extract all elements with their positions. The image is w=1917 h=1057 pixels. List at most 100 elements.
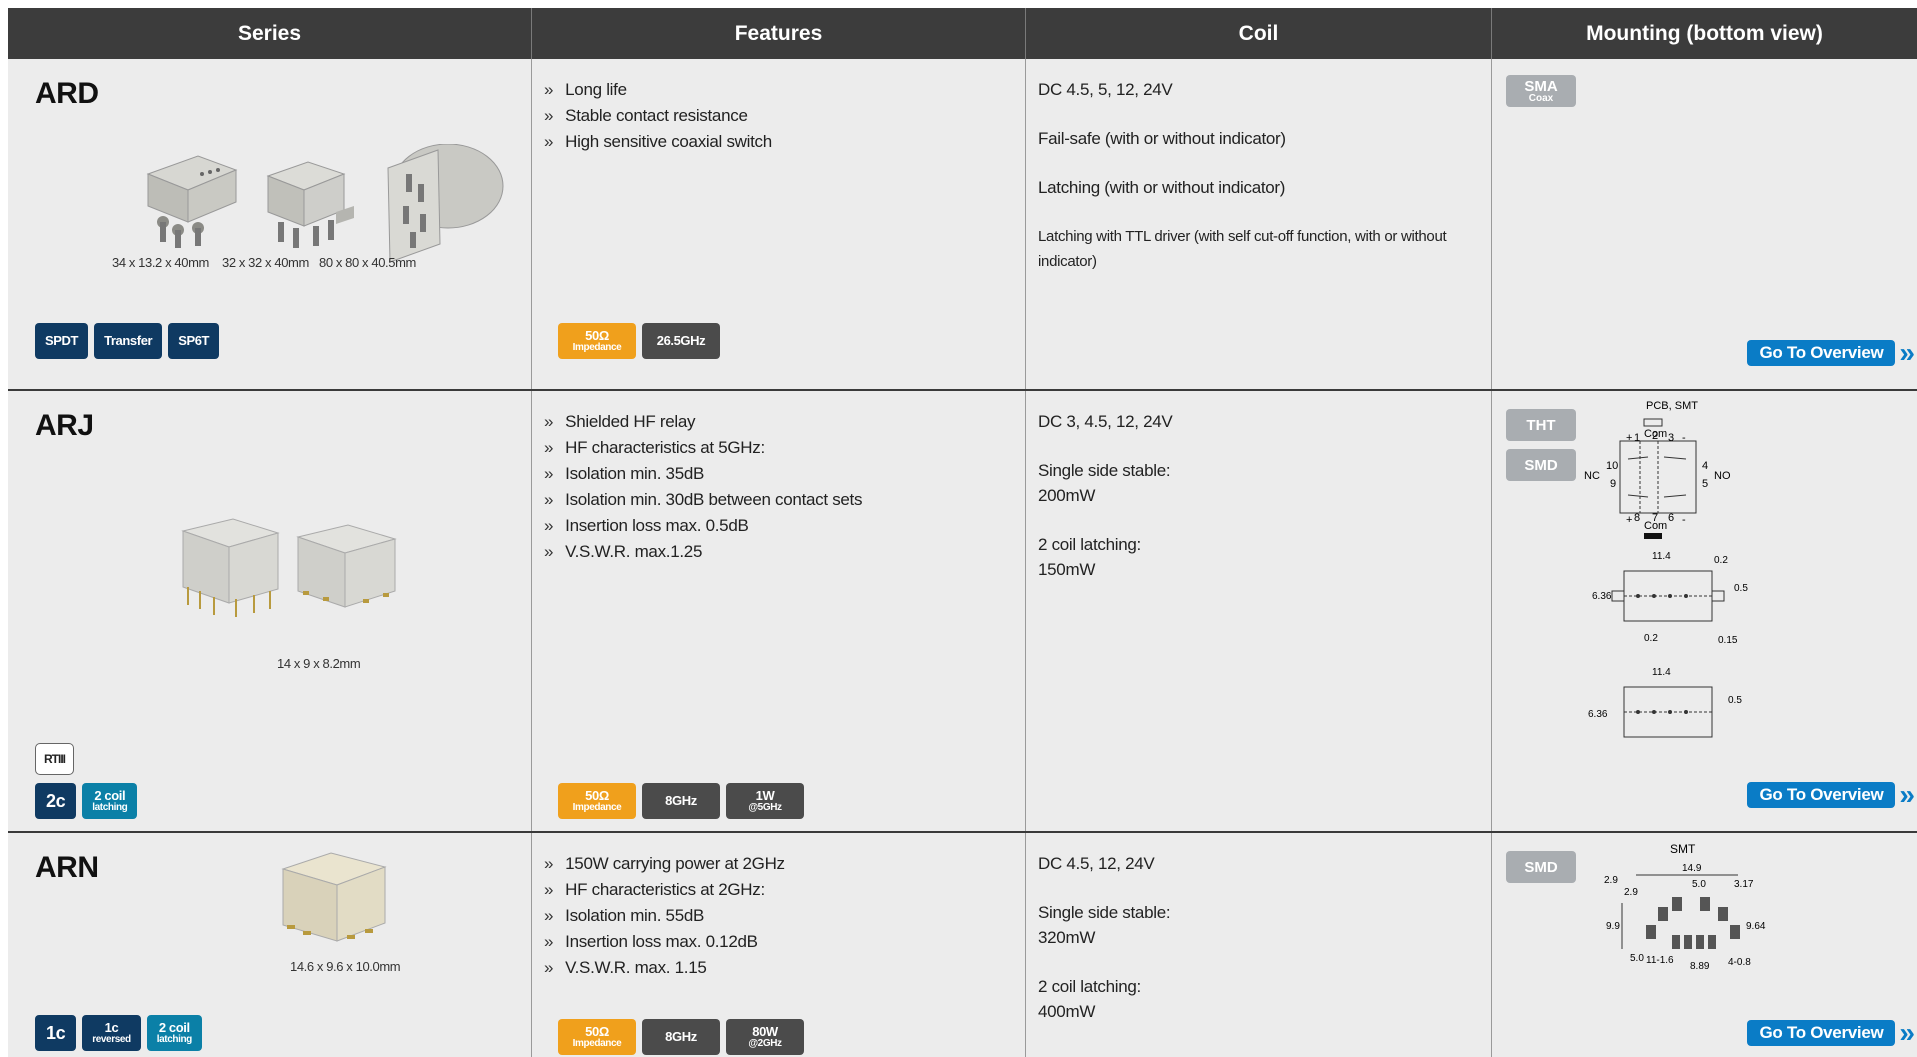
header-mounting: Mounting (bottom view) [1586, 21, 1823, 45]
dimension-label: 0.5 [1728, 695, 1742, 706]
minus-sign: - [1682, 514, 1686, 526]
coil-text: DC 4.5, 12, 24V Single side stable: 320m… [1038, 851, 1483, 1024]
dimension-label: 32 x 32 x 40mm [222, 255, 309, 270]
badge-main: 8GHz [665, 1029, 697, 1045]
go-to-overview-link[interactable]: Go To Overview » [1747, 339, 1915, 367]
mounting-badge-smd: SMD [1506, 449, 1576, 481]
dimension-label: 14.6 x 9.6 x 10.0mm [290, 959, 401, 974]
badge-main: SMA [1524, 77, 1558, 95]
dimension-label: 9.64 [1746, 921, 1766, 932]
badge-main: 8GHz [665, 793, 697, 809]
coil-cell: DC 4.5, 12, 24V Single side stable: 320m… [1026, 833, 1492, 1057]
badge-2-coil-latching: 2 coil latching [146, 1015, 202, 1051]
badge-main: SMD [1524, 858, 1558, 876]
dimension-label: 0.2 [1714, 555, 1728, 566]
badge-sub: Impedance [572, 1037, 622, 1049]
coil-cell: DC 3, 4.5, 12, 24V Single side stable: 2… [1026, 391, 1492, 831]
double-chevron-right-icon[interactable]: » [1899, 339, 1915, 367]
feature-list: Shielded HF relay HF characteristics at … [544, 409, 862, 565]
coil-line: 200mW [1038, 486, 1096, 505]
plus-sign: + [1626, 432, 1632, 444]
badge-2-coil-latching: 2 coil latching [82, 783, 138, 819]
badge-sub: latching [156, 1033, 193, 1045]
feature-list: Long life Stable contact resistance High… [544, 77, 772, 155]
badge-sp6t: SP6T [168, 323, 220, 359]
contact-badges: SPDT Transfer SP6T [35, 323, 220, 359]
dimension-label: 34 x 13.2 x 40mm [112, 255, 209, 270]
badge-main: 2c [46, 790, 66, 811]
pin-label: 1 [1634, 432, 1640, 444]
list-item: Isolation min. 55dB [544, 903, 785, 929]
power-badge: 80W @2GHz [726, 1019, 804, 1055]
impedance-badge: 50Ω Impedance [558, 783, 636, 819]
double-chevron-right-icon[interactable]: » [1899, 781, 1915, 809]
badge-main: 1c [104, 1019, 119, 1035]
feature-badges: 50Ω Impedance 8GHz 80W @2GHz [558, 1019, 804, 1055]
list-item: Shielded HF relay [544, 409, 862, 435]
relay-table: Series Features Coil Mounting (bottom vi… [8, 8, 1917, 1057]
feature-badges: 50Ω Impedance 26.5GHz [558, 323, 720, 359]
dimension-label: 6.36 [1588, 709, 1608, 720]
dimension-label: 14 x 9 x 8.2mm [277, 656, 361, 671]
double-chevron-right-icon[interactable]: » [1899, 1019, 1915, 1047]
mounting-cell: SMA Coax Go To Overview » [1492, 59, 1917, 389]
pin-label: 3 [1668, 432, 1674, 444]
badge-main: 50Ω [585, 787, 609, 803]
coil-line: 320mW [1038, 928, 1096, 947]
list-item: Long life [544, 77, 772, 103]
coil-voltage: DC 3, 4.5, 12, 24V [1038, 412, 1173, 431]
coil-line: Fail-safe (with or without indicator) [1038, 129, 1286, 148]
badge-sub: Coax [1528, 92, 1554, 104]
coax-switch-image-2 [266, 161, 354, 248]
dimension-label: 2.9 [1604, 875, 1618, 886]
go-to-overview-button[interactable]: Go To Overview [1747, 340, 1896, 366]
arj-mounting-diagram: PCB, SMT Com + 1 2 3 - 10 9 NC 4 5 NO + [1584, 400, 1748, 738]
frequency-badge: 26.5GHz [642, 323, 720, 359]
mounting-cell: THT SMD PCB, SMT Com + 1 2 3 - 10 9 NC 4… [1492, 391, 1917, 831]
features-cell: 150W carrying power at 2GHz HF character… [532, 833, 1026, 1057]
go-to-overview-link[interactable]: Go To Overview » [1747, 1019, 1915, 1047]
list-item: 150W carrying power at 2GHz [544, 851, 785, 877]
coil-line: Single side stable: [1038, 461, 1171, 480]
pin-label: 9 [1610, 478, 1616, 490]
coax-switch-image-3 [387, 144, 504, 263]
dimension-label: 5.0 [1692, 879, 1706, 890]
pin-label: 8 [1634, 512, 1640, 524]
pin-label: 6 [1668, 512, 1674, 524]
feature-badges: 50Ω Impedance 8GHz 1W @5GHz [558, 783, 804, 819]
table-row-ard: ARD 34 x 13.2 x 40mm 32 x 32 x 40mm 80 x… [8, 59, 1917, 391]
pin-label: 10 [1606, 460, 1618, 472]
badge-main: 50Ω [585, 1023, 609, 1039]
relay-image-2 [296, 524, 397, 608]
badge-1c-reversed: 1c reversed [82, 1015, 141, 1051]
dimension-label: 14.9 [1682, 863, 1702, 874]
dimension-label: 0.2 [1644, 633, 1658, 644]
mounting-cell: SMD SMT 14.9 5.0 2.9 2.9 3.17 9.9 9.64 5… [1492, 833, 1917, 1057]
badge-main: SMD [1524, 456, 1558, 474]
dimension-label: 6.36 [1592, 591, 1612, 602]
no-label: NO [1714, 470, 1731, 482]
list-item: Isolation min. 35dB [544, 461, 862, 487]
table-row-arj: ARJ 14 x 9 x 8.2mm RTIII 2c 2 coil latch… [8, 391, 1917, 833]
badge-main: 2 coil [158, 1019, 190, 1035]
coil-voltage: DC 4.5, 5, 12, 24V [1038, 80, 1173, 99]
features-cell: Long life Stable contact resistance High… [532, 59, 1026, 389]
go-to-overview-link[interactable]: Go To Overview » [1747, 781, 1915, 809]
dimension-label: 80 x 80 x 40.5mm [319, 255, 416, 270]
badge-main: 2 coil [94, 787, 126, 803]
go-to-overview-button[interactable]: Go To Overview [1747, 782, 1896, 808]
list-item: HF characteristics at 5GHz: [544, 435, 862, 461]
dimension-label: 11.4 [1652, 667, 1671, 678]
table-row-arn: ARN 14.6 x 9.6 x 10.0mm 1c 1c reversed 2… [8, 833, 1917, 1057]
mounting-badge-tht: THT [1506, 409, 1576, 441]
go-to-overview-button[interactable]: Go To Overview [1747, 1020, 1896, 1046]
coil-text: DC 3, 4.5, 12, 24V Single side stable: 2… [1038, 409, 1483, 606]
series-cell: ARD 34 x 13.2 x 40mm 32 x 32 x 40mm 80 x… [8, 59, 532, 389]
com-label: Com [1644, 520, 1667, 532]
diagram-title: PCB, SMT [1646, 400, 1698, 412]
badge-sub: Impedance [572, 341, 622, 353]
power-badge: 1W @5GHz [726, 783, 804, 819]
badge-spdt: SPDT [35, 323, 89, 359]
diagram-title: SMT [1670, 843, 1696, 856]
features-cell: Shielded HF relay HF characteristics at … [532, 391, 1026, 831]
